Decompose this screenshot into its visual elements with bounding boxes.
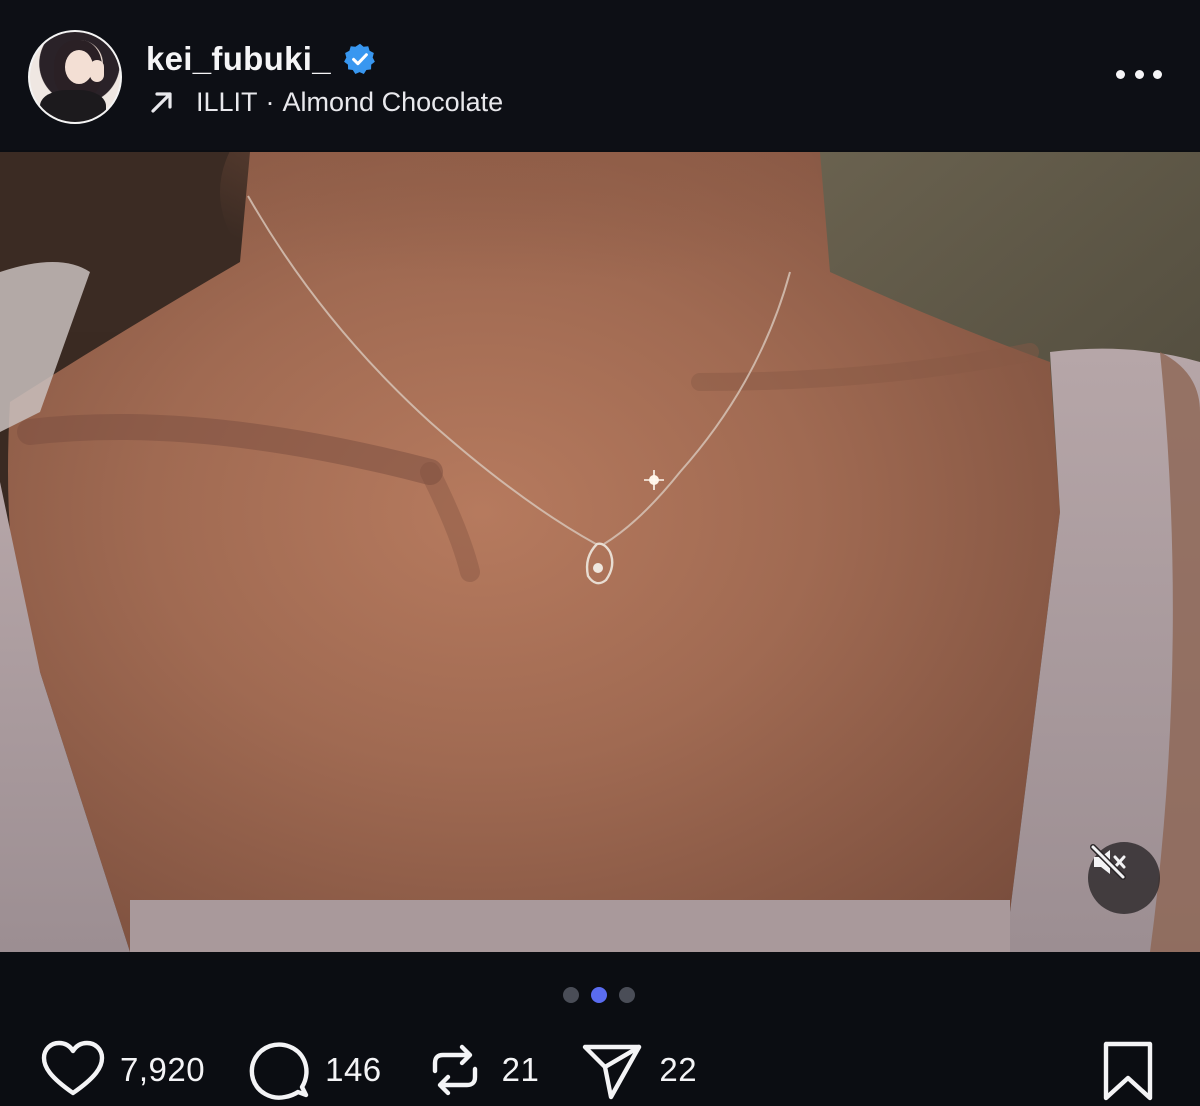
profile-avatar[interactable]: [28, 30, 122, 124]
bookmark-icon[interactable]: [1100, 1040, 1156, 1102]
arrow-up-right-icon: [151, 92, 172, 113]
carousel-indicator: [563, 987, 635, 1003]
author-row: kei_fubuki_: [146, 38, 377, 80]
carousel-dot: [563, 987, 579, 1003]
comment-button[interactable]: 146: [245, 1037, 382, 1103]
carousel-dot: [619, 987, 635, 1003]
share-button[interactable]: 22: [579, 1037, 697, 1103]
comment-count: 146: [325, 1051, 382, 1088]
share-count: 22: [659, 1051, 698, 1088]
post-media[interactable]: [0, 152, 1200, 952]
music-artist: ILLIT: [196, 86, 258, 117]
mute-toggle-button[interactable]: [1088, 842, 1160, 914]
action-bar: 7,920 146 21 22: [40, 1038, 737, 1102]
like-count: 7,920: [120, 1051, 206, 1088]
paper-plane-icon: [583, 1044, 642, 1100]
like-button[interactable]: 7,920: [40, 1037, 205, 1103]
more-options-icon[interactable]: [1116, 66, 1162, 82]
speaker-muted-icon: [1090, 844, 1126, 880]
post-footer: 7,920 146 21 22: [0, 952, 1200, 1106]
heart-icon: [41, 1040, 105, 1096]
repost-button[interactable]: 21: [422, 1037, 540, 1103]
music-attribution[interactable]: ILLIT · Almond Chocolate: [148, 84, 503, 120]
repost-icon: [432, 1044, 477, 1096]
author-username[interactable]: kei_fubuki_: [146, 40, 331, 78]
verified-badge-icon: [343, 43, 375, 75]
comment-bubble-icon: [249, 1042, 309, 1100]
music-track: Almond Chocolate: [282, 86, 504, 117]
post-photo: [0, 152, 1200, 952]
music-separator: ·: [265, 86, 275, 117]
carousel-dot-active: [591, 987, 607, 1003]
post-header: kei_fubuki_ ILLIT · Almond Chocolate: [0, 0, 1200, 150]
repost-count: 21: [501, 1051, 540, 1088]
